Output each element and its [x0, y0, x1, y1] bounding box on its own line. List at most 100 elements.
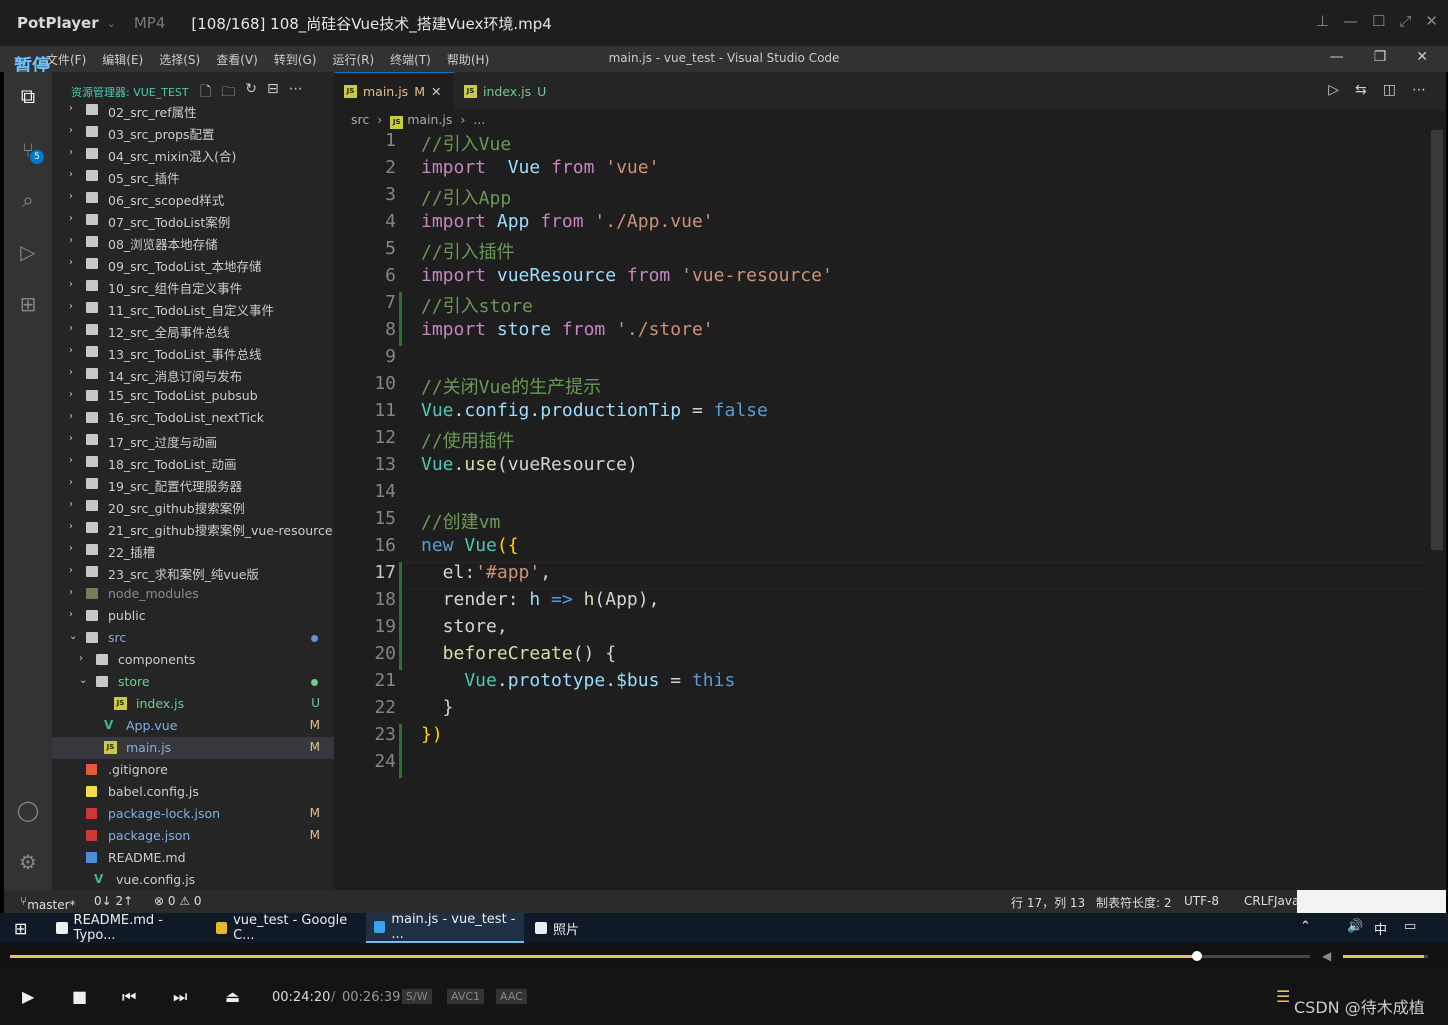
badge-video-codec[interactable]: AVC1 — [447, 989, 485, 1004]
seek-bar[interactable] — [10, 951, 1310, 961]
tree-item[interactable]: › 10_src_组件自定义事件 — [52, 275, 334, 297]
tree-item[interactable]: › 09_src_TodoList_本地存储 — [52, 253, 334, 275]
chevron-right-icon[interactable]: › — [69, 521, 73, 532]
pin-icon[interactable]: ⊥ — [1316, 12, 1329, 30]
account-icon[interactable]: ◯ — [16, 798, 40, 822]
language-mode[interactable]: Java — [1274, 894, 1299, 908]
volume-bar[interactable] — [1343, 955, 1428, 958]
chevron-right-icon[interactable]: › — [69, 213, 73, 224]
taskbar-item[interactable]: 照片 — [527, 913, 677, 943]
chevron-right-icon[interactable]: › — [69, 257, 73, 268]
chevron-down-icon[interactable]: ⌄ — [69, 631, 77, 642]
tree-item[interactable]: babel.config.js — [52, 781, 334, 803]
tab-main-js[interactable]: JS main.js M ✕ — [334, 72, 454, 110]
chevron-right-icon[interactable]: › — [69, 587, 73, 598]
tree-item[interactable]: Vvue.config.js — [52, 869, 334, 890]
tree-item[interactable]: JS main.js M — [52, 737, 334, 759]
chevron-right-icon[interactable]: › — [69, 279, 73, 290]
tree-item[interactable]: package-lock.json M — [52, 803, 334, 825]
tree-item[interactable]: README.md — [52, 847, 334, 869]
chevron-right-icon[interactable]: › — [69, 499, 73, 510]
minimize-icon[interactable]: — — [1330, 49, 1344, 65]
run-debug-icon[interactable]: ▷ — [16, 240, 40, 264]
badge-audio-codec[interactable]: AAC — [496, 989, 527, 1004]
tab-size[interactable]: 制表符长度: 2 — [1096, 894, 1172, 911]
playlist-icon[interactable]: ☰ — [1276, 987, 1290, 1006]
tree-item[interactable]: › 22_插槽 — [52, 539, 334, 561]
tree-item[interactable]: › 23_src_求和案例_纯vue版 — [52, 561, 334, 583]
chevron-right-icon[interactable]: › — [69, 147, 73, 158]
chevron-right-icon[interactable]: › — [69, 543, 73, 554]
tree-item[interactable]: › 12_src_全局事件总线 — [52, 319, 334, 341]
extensions-icon[interactable]: ⊞ — [16, 292, 40, 316]
eject-icon[interactable]: ⏏ — [225, 987, 240, 1006]
split-editor-icon[interactable]: ◫ — [1383, 82, 1396, 98]
chevron-right-icon[interactable]: › — [69, 433, 73, 444]
editor-scrollbar[interactable] — [1431, 130, 1443, 550]
windows-start-icon[interactable]: ⊞ — [14, 919, 27, 938]
chevron-right-icon[interactable]: › — [69, 103, 73, 114]
breadcrumb-file[interactable]: main.js — [407, 112, 452, 127]
encoding[interactable]: UTF-8 — [1184, 894, 1219, 908]
breadcrumb-src[interactable]: src — [351, 112, 369, 127]
chevron-right-icon[interactable]: › — [69, 609, 73, 620]
chevron-right-icon[interactable]: › — [69, 323, 73, 334]
explorer-icon[interactable]: ⧉ — [16, 84, 40, 108]
tree-item[interactable]: › node_modules — [52, 583, 334, 605]
stop-icon[interactable]: ■ — [72, 987, 87, 1006]
next-icon[interactable]: ⏭ — [173, 987, 187, 1007]
chevron-right-icon[interactable]: › — [69, 389, 73, 400]
chevron-right-icon[interactable]: › — [69, 125, 73, 136]
badge-sw[interactable]: S/W — [402, 989, 432, 1004]
tree-item[interactable]: V App.vue M — [52, 715, 334, 737]
compare-icon[interactable]: ⇆ — [1355, 82, 1367, 98]
close-icon[interactable]: ✕ — [1416, 49, 1428, 65]
taskbar-item[interactable]: README.md - Typo... — [48, 913, 204, 943]
chevron-right-icon[interactable]: › — [79, 653, 83, 664]
restore-icon[interactable]: ❐ — [1374, 49, 1387, 65]
chevron-right-icon[interactable]: › — [69, 455, 73, 466]
tree-item[interactable]: › 21_src_github搜索案例_vue-resource — [52, 517, 334, 539]
settings-gear-icon[interactable]: ⚙ — [16, 850, 40, 874]
notification-icon[interactable]: ▭ — [1404, 919, 1416, 934]
seek-handle[interactable] — [1191, 951, 1202, 961]
volume-icon[interactable]: ◀ — [1322, 949, 1331, 963]
run-icon[interactable]: ▷ — [1328, 82, 1339, 98]
chevron-right-icon[interactable]: › — [69, 301, 73, 312]
tree-item[interactable]: › 19_src_配置代理服务器 — [52, 473, 334, 495]
tree-item[interactable]: › 20_src_github搜索案例 — [52, 495, 334, 517]
tree-item[interactable]: package.json M — [52, 825, 334, 847]
tree-item[interactable]: › 16_src_TodoList_nextTick — [52, 407, 334, 429]
tree-item[interactable]: ⌄ src — [52, 627, 334, 649]
cursor-position[interactable]: 行 17，列 13 — [1011, 894, 1085, 911]
ime-indicator[interactable]: 中 — [1374, 919, 1387, 938]
tree-item[interactable]: .gitignore — [52, 759, 334, 781]
tree-item[interactable]: › 11_src_TodoList_自定义事件 — [52, 297, 334, 319]
ime-toolbar[interactable] — [1297, 890, 1446, 913]
line-ending[interactable]: CRLF — [1244, 894, 1274, 908]
tray-chevron-icon[interactable]: ⌃ — [1300, 919, 1311, 934]
problems-status[interactable]: ⊗ 0 ⚠ 0 — [154, 894, 202, 908]
chevron-right-icon[interactable]: › — [69, 191, 73, 202]
more-actions-icon[interactable]: ⋯ — [1412, 82, 1426, 98]
tree-item[interactable]: › 07_src_TodoList案例 — [52, 209, 334, 231]
chevron-right-icon[interactable]: › — [69, 235, 73, 246]
tree-item[interactable]: › 02_src_ref属性 — [52, 99, 334, 121]
chevron-right-icon[interactable]: › — [69, 367, 73, 378]
taskbar-item[interactable]: main.js - vue_test - ... — [366, 912, 524, 943]
chevron-right-icon[interactable]: › — [69, 169, 73, 180]
tree-item[interactable]: › 13_src_TodoList_事件总线 — [52, 341, 334, 363]
chevron-right-icon[interactable]: › — [69, 565, 73, 576]
tree-item[interactable]: › components — [52, 649, 334, 671]
tree-item[interactable]: › 03_src_props配置 — [52, 121, 334, 143]
previous-icon[interactable]: ⏮ — [122, 987, 136, 1007]
tree-item[interactable]: › 05_src_插件 — [52, 165, 334, 187]
tree-item[interactable]: › 06_src_scoped样式 — [52, 187, 334, 209]
fullscreen-icon[interactable]: ⤢ — [1399, 12, 1411, 30]
source-control-icon[interactable]: ⑂ 5 — [16, 138, 44, 164]
close-icon[interactable]: ✕ — [1425, 12, 1438, 30]
taskbar-item[interactable]: vue_test - Google C... — [208, 913, 362, 943]
tree-item[interactable]: › 14_src_消息订阅与发布 — [52, 363, 334, 385]
breadcrumb-symbol[interactable]: ... — [473, 112, 485, 127]
tab-index-js[interactable]: JS index.js U — [454, 72, 564, 110]
